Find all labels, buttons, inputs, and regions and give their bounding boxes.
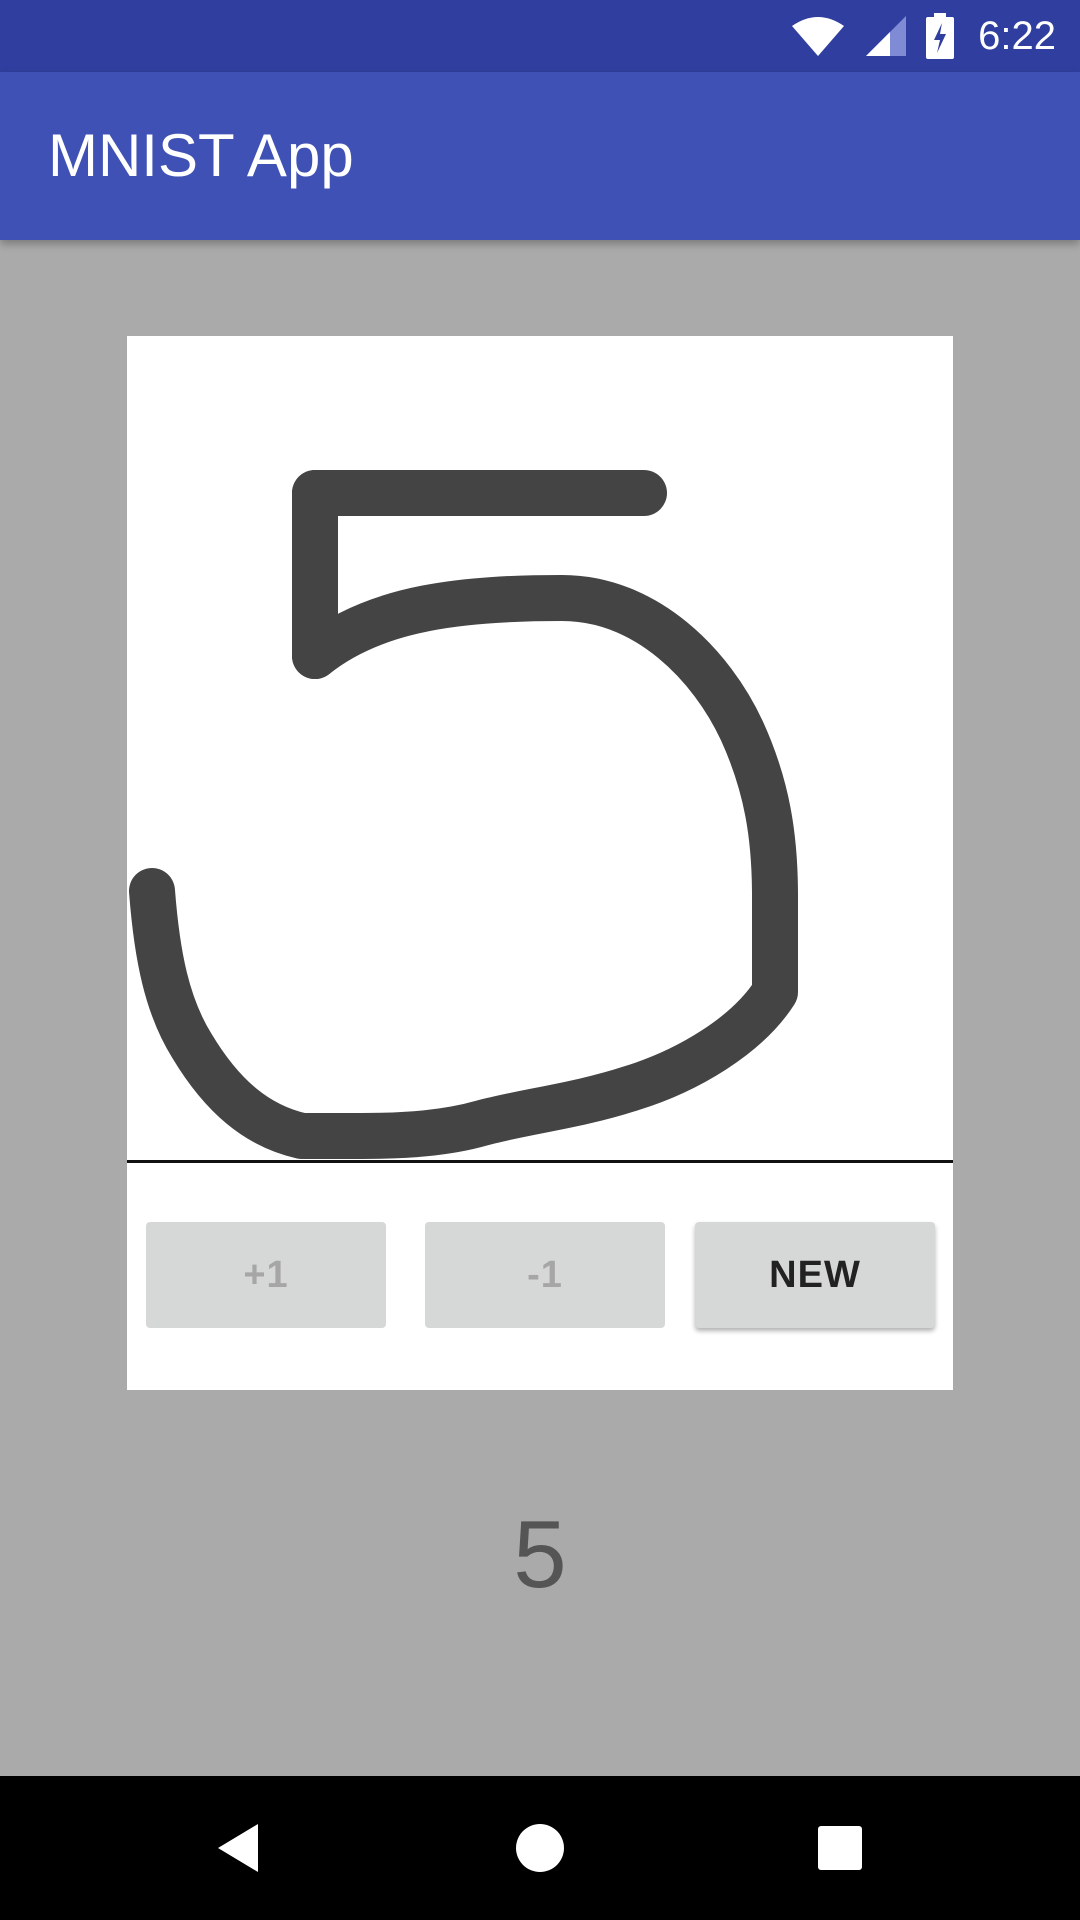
- handwritten-digit-stroke: [129, 470, 798, 1159]
- cell-signal-icon: [864, 14, 908, 58]
- recents-icon[interactable]: [790, 1798, 890, 1898]
- status-time: 6:22: [978, 13, 1056, 58]
- drawing-canvas[interactable]: [127, 336, 953, 1160]
- plus-one-button[interactable]: +1: [146, 1222, 386, 1328]
- navigation-bar: [0, 1776, 1080, 1920]
- app-bar: MNIST App: [0, 72, 1080, 240]
- status-icons: 6:22: [790, 0, 1056, 72]
- wifi-icon: [790, 14, 846, 58]
- app-title: MNIST App: [48, 122, 354, 189]
- back-icon[interactable]: [190, 1798, 290, 1898]
- status-bar: 6:22: [0, 0, 1080, 72]
- drawing-card: +1 -1 NEW: [127, 336, 953, 1390]
- canvas-divider: [127, 1160, 953, 1163]
- battery-charging-icon: [926, 13, 955, 59]
- prediction-result: 5: [513, 1501, 567, 1608]
- minus-one-button[interactable]: -1: [425, 1222, 665, 1328]
- home-icon[interactable]: [490, 1798, 590, 1898]
- new-button[interactable]: NEW: [695, 1222, 935, 1328]
